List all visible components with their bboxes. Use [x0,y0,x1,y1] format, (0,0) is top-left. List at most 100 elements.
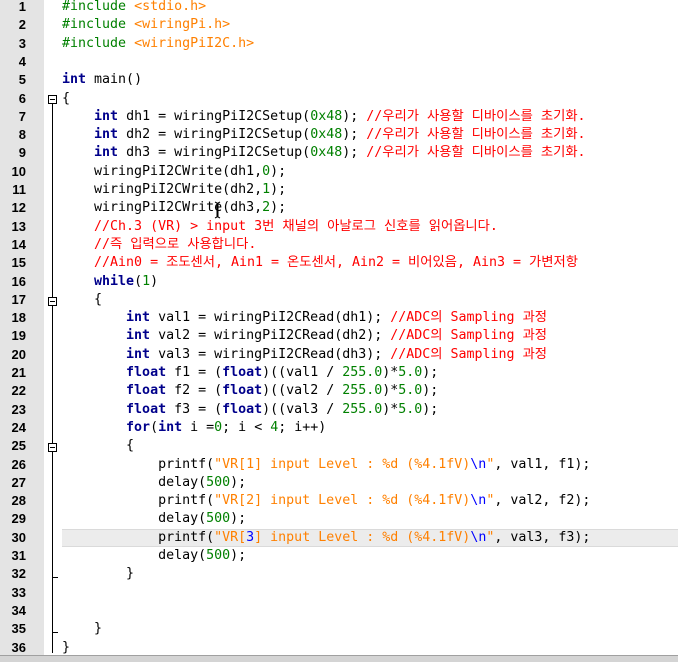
code-line[interactable]: int dh3 = wiringPiI2CSetup(0x48); //우리가 … [62,144,678,162]
code-token: //Ain0 = 조도센서, Ain1 = 온도센서, Ain2 = 비어있음,… [94,255,578,271]
fold-toggle-icon[interactable] [48,95,57,104]
code-line[interactable]: wiringPiI2CWrite(dh3,2); [62,199,678,217]
line-number-gutter: 1 2 3 4 5 6 7 8 9 10 11 12 13 14 15 16 17 18 19 20 21 22 23 24 2… [0,0,45,661]
code-line[interactable] [62,53,678,71]
code-line[interactable]: } [62,565,678,583]
code-line[interactable]: { [62,291,678,309]
line-number: 6 [18,90,26,106]
code-line[interactable]: for(int i =0; i < 4; i++) [62,419,678,437]
line-number: 31 [11,548,26,563]
code-line[interactable]: float f2 = (float)((val2 / 255.0)*5.0); [62,382,678,400]
line-number: 19 [11,328,26,344]
code-line[interactable]: delay(500); [62,547,678,565]
code-line[interactable]: printf("VR[2] input Level : %d (%4.1fV)\… [62,492,678,510]
code-line[interactable]: wiringPiI2CWrite(dh1,0); [62,163,678,181]
active-code-line[interactable]: printf("VR[3] input Level : %d (%4.1fV)\… [62,528,678,547]
code-token: ); [230,548,247,563]
code-token: 500 [206,548,231,563]
code-token: delay( [62,474,207,490]
line-number: 28 [11,493,26,509]
code-line[interactable]: #include <wiringPiI2C.h> [62,35,678,53]
code-token: int [126,346,151,362]
line-number: 5 [18,72,26,88]
line-number: 11 [12,182,26,197]
code-token: 255.0 [342,365,383,380]
code-token: \n [470,493,487,509]
code-token: , val1, f1); [494,456,591,472]
code-line[interactable]: float f1 = (float)((val1 / 255.0)*5.0); [62,364,678,382]
code-line[interactable]: int main() [62,71,678,89]
line-number: 20 [11,346,26,362]
code-line[interactable]: #include <stdio.h> [62,0,678,16]
code-line[interactable]: delay(500); [62,474,678,492]
code-token: //우리가 사용할 디바이스를 초기화. [366,145,586,161]
code-token: int [94,108,119,124]
code-line[interactable] [62,602,678,620]
code-line[interactable] [62,584,678,602]
code-token: { [62,438,135,454]
code-line[interactable]: int dh1 = wiringPiI2CSetup(0x48); //우리가 … [62,108,678,126]
code-token: ; i < [222,419,271,435]
code-line[interactable]: //Ch.3 (VR) > input 3번 채널의 아날로그 신호를 읽어옵니… [62,218,678,236]
code-token: f2 = ( [166,383,223,399]
code-line[interactable]: //즉 입력으로 사용합니다. [62,236,678,254]
code-token: ); [270,182,287,197]
line-number: 32 [11,566,26,582]
line-number: 35 [11,621,26,637]
code-token: 255.0 [342,401,383,417]
code-line[interactable]: while(1) [62,273,678,291]
line-number: 27 [11,474,26,490]
code-token: #include [62,0,135,14]
code-token: 0x48 [310,108,343,124]
code-token: \n [470,529,487,545]
line-number: 30 [11,529,26,545]
code-token: //ADC의 Sampling 과정 [390,346,548,362]
code-line[interactable]: { [62,90,678,108]
code-token: )* [382,383,399,399]
code-token: printf( [62,529,215,545]
code-token: ) [150,273,159,289]
fold-toggle-icon[interactable] [48,443,57,452]
code-line[interactable]: } [62,620,678,638]
code-token: , val2, f2); [494,493,591,509]
fold-toggle-icon[interactable] [48,297,57,306]
code-line[interactable]: //Ain0 = 조도센서, Ain1 = 온도센서, Ain2 = 비어있음,… [62,254,678,272]
code-token: "VR[1] input Level : %d (%4.1fV) [214,456,471,472]
code-line[interactable]: int val2 = wiringPiI2CRead(dh2); //ADC의 … [62,327,678,345]
code-token: ); [342,127,367,143]
line-number: 12 [11,200,26,216]
code-editor[interactable]: 1 2 3 4 5 6 7 8 9 10 11 12 13 14 15 16 17 18 19 20 21 22 23 24 2… [0,0,678,662]
code-line[interactable]: delay(500); [62,510,678,528]
code-token: 0 [262,163,271,179]
code-token: int [94,145,119,161]
code-line[interactable]: float f3 = (float)((val3 / 255.0)*5.0); [62,401,678,419]
code-token: ] input Level : %d (%4.1fV) [254,529,471,545]
line-number: 18 [11,310,26,326]
code-token: \n [470,456,487,472]
code-token: while [94,273,135,289]
code-line[interactable]: int dh2 = wiringPiI2CSetup(0x48); //우리가 … [62,126,678,144]
code-line[interactable]: #include <wiringPi.h> [62,16,678,34]
fold-end-marker [52,632,58,633]
code-area[interactable]: #include <stdio.h> #include <wiringPi.h> #… [62,0,678,661]
code-token: ); [422,401,439,417]
code-line[interactable]: printf("VR[1] input Level : %d (%4.1fV)\… [62,456,678,474]
code-token: 0x48 [310,145,343,161]
code-line[interactable]: { [62,437,678,455]
code-token: ( [134,273,143,289]
code-token: ); [230,474,247,490]
code-token: delay( [62,548,207,563]
code-line[interactable]: int val1 = wiringPiI2CRead(dh1); //ADC의 … [62,309,678,327]
code-line[interactable]: int val3 = wiringPiI2CRead(dh3); //ADC의 … [62,346,678,364]
code-token: 5.0 [398,383,423,399]
code-token: 500 [206,511,231,527]
code-line[interactable]: wiringPiI2CWrite(dh2,1); [62,181,678,199]
code-token: ); [342,108,367,124]
line-number: 17 [11,291,26,307]
